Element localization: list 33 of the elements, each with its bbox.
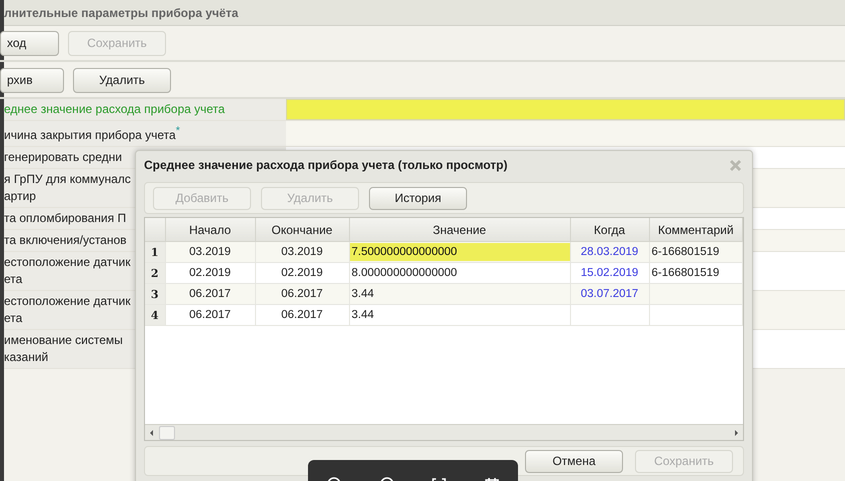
table-cell: 6-166801519 bbox=[652, 267, 720, 279]
row-number: 2 bbox=[145, 262, 165, 284]
table-cell: 03.2019 bbox=[165, 242, 255, 262]
toolbar-button[interactable]: Удалить bbox=[73, 68, 171, 92]
window-title: лнительные параметры прибора учёта bbox=[4, 6, 238, 20]
property-value-field[interactable] bbox=[286, 99, 845, 120]
row-number: 4 bbox=[145, 304, 165, 326]
table-cell: 03.2019 bbox=[255, 242, 349, 262]
toolbar-button[interactable]: рхив bbox=[0, 68, 64, 92]
table-cell: 06.2017 bbox=[255, 284, 349, 304]
scroll-thumb[interactable] bbox=[159, 426, 175, 440]
table-cell[interactable]: 8.000000000000000 bbox=[350, 264, 570, 282]
row-number: 1 bbox=[145, 242, 165, 262]
date-link[interactable]: 15.02.2019 bbox=[580, 267, 638, 279]
column-header[interactable]: Когда bbox=[570, 218, 649, 242]
toolbar-button[interactable]: ход bbox=[0, 30, 59, 56]
table-cell[interactable]: 3.44 bbox=[350, 306, 570, 324]
table-cell[interactable]: 7.500000000000000 bbox=[350, 243, 570, 261]
property-value-field[interactable] bbox=[286, 121, 845, 146]
property-label: еднее значение расхода прибора учета bbox=[4, 99, 286, 120]
horizontal-scrollbar[interactable] bbox=[145, 424, 743, 440]
table-cell: 06.2017 bbox=[255, 304, 349, 326]
table-cell: 06.2017 bbox=[165, 284, 255, 304]
table-cell: 06.2017 bbox=[165, 304, 255, 326]
column-header[interactable]: Окончание bbox=[255, 218, 349, 242]
column-header[interactable]: Значение bbox=[349, 218, 570, 242]
column-header[interactable]: Начало bbox=[165, 218, 255, 242]
dialog-toolbar-button[interactable]: История bbox=[369, 186, 467, 210]
table-cell[interactable]: 3.44 bbox=[350, 285, 570, 303]
footer-button[interactable]: Отмена bbox=[525, 450, 623, 472]
row-number: 3 bbox=[145, 284, 165, 304]
table-cell: 6-166801519 bbox=[652, 246, 720, 258]
column-header[interactable]: Комментарий bbox=[649, 218, 742, 242]
